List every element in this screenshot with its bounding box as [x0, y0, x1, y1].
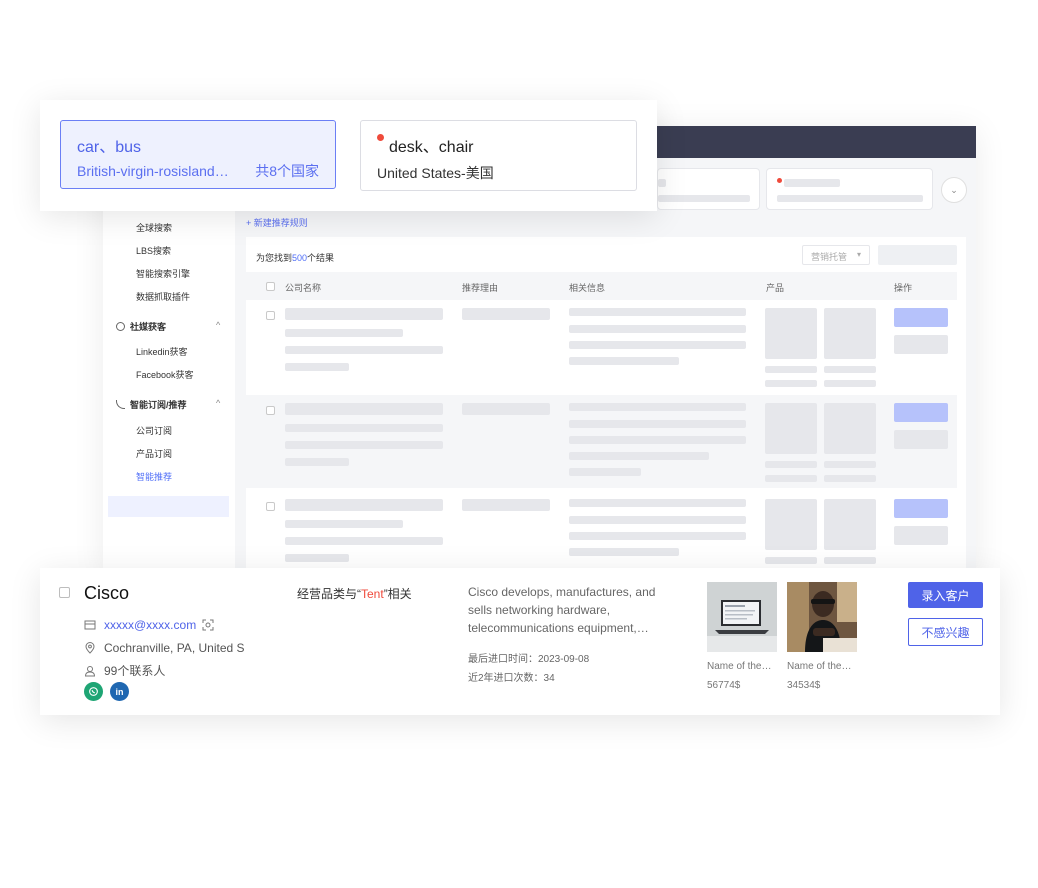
linkedin-icon[interactable]: in [110, 682, 129, 701]
col-info: 相关信息 [569, 283, 606, 293]
sidebar-item-product-sub[interactable]: 产品订阅 [136, 447, 172, 460]
col-reason: 推荐理由 [462, 283, 499, 293]
results-panel: 为您找到500个结果 营销托管 ▾ 公司名称 推荐理由 相关信息 产品 操作 [246, 237, 966, 572]
add-customer-button[interactable]: 录入客户 [908, 582, 983, 608]
col-product: 产品 [766, 283, 785, 293]
table-row[interactable] [246, 395, 957, 488]
facebook-icon [116, 322, 125, 331]
sidebar-group-smart[interactable]: 智能订阅/推荐 [116, 398, 187, 411]
recommend-reason: 经营品类与“Tent”相关 [297, 587, 412, 601]
sidebar-group-label: 智能订阅/推荐 [130, 400, 187, 410]
product-name[interactable]: Name of the… [707, 661, 771, 672]
table-header: 公司名称 推荐理由 相关信息 产品 操作 [246, 272, 957, 300]
select-all-checkbox[interactable] [266, 282, 275, 291]
rule-card-skeleton-1[interactable] [657, 168, 760, 210]
result-count: 为您找到500个结果 [256, 253, 335, 263]
row-checkbox[interactable] [266, 406, 275, 415]
last-import-time: 最后进口时间：2023-09-08 [468, 654, 590, 665]
unread-dot [377, 134, 384, 141]
chevron-up-icon[interactable]: ^ [216, 398, 220, 408]
product-image[interactable] [787, 582, 857, 652]
rule-cards-popup: car、bus British-virgin-rosisland… 共8个国家 … [40, 100, 657, 211]
row-checkbox[interactable] [266, 311, 275, 320]
row-checkbox[interactable] [59, 587, 70, 598]
company-detail-card: Cisco xxxxx@xxxx.com Cochranville, PA, U… [40, 568, 1000, 715]
sidebar-item-smart-search[interactable]: 智能搜索引擎 [136, 267, 190, 280]
rule-card-active[interactable]: car、bus British-virgin-rosisland… 共8个国家 [60, 120, 336, 189]
rule-card-count: 共8个国家 [255, 163, 319, 179]
sidebar-group-label: 社媒获客 [130, 322, 167, 332]
col-company: 公司名称 [285, 283, 322, 293]
product-name[interactable]: Name of the… [787, 661, 851, 672]
rule-card-subtitle: British-virgin-rosisland… [77, 163, 229, 179]
col-action: 操作 [894, 283, 913, 293]
location-text: Cochranville, PA, United S [104, 641, 245, 655]
not-interested-button[interactable]: 不感兴趣 [908, 618, 983, 646]
import-count: 近2年进口次数：34 [468, 673, 555, 684]
expand-icon[interactable]: ⌄ [941, 177, 967, 203]
filter-input[interactable] [878, 245, 957, 265]
chevron-up-icon[interactable]: ^ [216, 320, 220, 330]
company-description: Cisco develops, manufactures, and sells … [468, 585, 656, 635]
product-price: 34534$ [787, 680, 821, 691]
user-icon [84, 665, 96, 676]
sidebar-item-global-search[interactable]: 全球搜索 [136, 221, 172, 234]
product-price: 56774$ [707, 680, 741, 691]
chevron-down-icon: ▾ [856, 250, 861, 259]
table-row[interactable] [246, 300, 957, 393]
sidebar-item-linkedin[interactable]: Linkedin获客 [136, 345, 188, 358]
rule-card-skeleton-2[interactable] [766, 168, 933, 210]
row-checkbox[interactable] [266, 502, 275, 511]
rss-icon [116, 400, 125, 409]
email-line: xxxxx@xxxx.com [84, 618, 222, 632]
marketing-dropdown[interactable]: 营销托管 ▾ [802, 245, 870, 265]
rule-card[interactable]: desk、chair United States-美国 [360, 120, 637, 191]
sidebar-item-facebook[interactable]: Facebook获客 [136, 368, 194, 381]
product-image[interactable] [707, 582, 777, 652]
new-rule-link[interactable]: + 新建推荐规则 [246, 216, 308, 229]
sidebar-active-highlight [108, 496, 229, 517]
mail-icon [84, 620, 96, 630]
sidebar-item-smart-recommend[interactable]: 智能推荐 [136, 470, 172, 483]
sidebar-item-lbs-search[interactable]: LBS搜索 [136, 244, 171, 257]
sidebar-item-data-plugin[interactable]: 数据抓取插件 [136, 290, 190, 303]
sidebar-item-company-sub[interactable]: 公司订阅 [136, 424, 172, 437]
company-name[interactable]: Cisco [84, 583, 129, 604]
scan-icon[interactable] [202, 619, 214, 631]
email-link[interactable]: xxxxx@xxxx.com [104, 618, 196, 632]
table-row[interactable] [246, 491, 957, 572]
rule-card-subtitle: United States-美国 [377, 165, 494, 181]
rule-card-title: car、bus [77, 139, 142, 156]
location-pin-icon [85, 642, 95, 654]
whatsapp-icon[interactable] [84, 682, 103, 701]
sidebar-group-social[interactable]: 社媒获客 [116, 320, 166, 333]
rule-card-title: desk、chair [389, 139, 474, 156]
location-line: Cochranville, PA, United S [84, 641, 245, 655]
contacts-line: 99个联系人 [84, 662, 165, 679]
dropdown-value: 营销托管 [811, 252, 848, 262]
contacts-count[interactable]: 99个联系人 [104, 662, 165, 679]
sidebar: 全球搜索 LBS搜索 智能搜索引擎 数据抓取插件 社媒获客 ^ Linkedin… [103, 158, 235, 572]
